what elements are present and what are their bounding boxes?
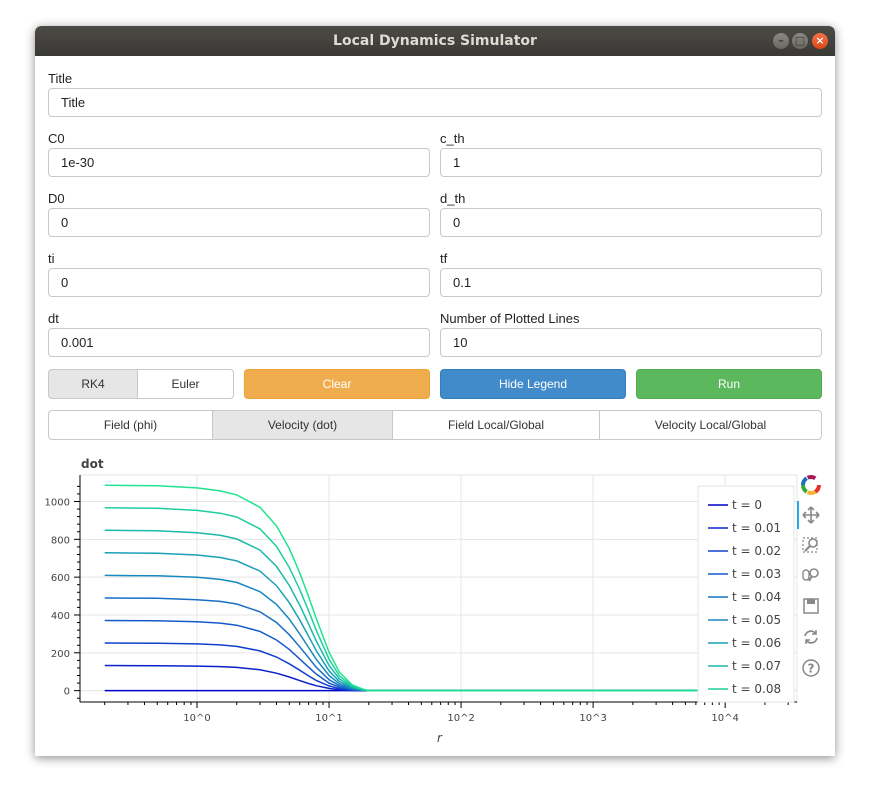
- legend-label: t = 0: [732, 498, 762, 512]
- velocity-plot: 10^0 10^1 10^2 10^3 10^4 0 200 400 600 800 1000 dot…: [45, 457, 798, 745]
- x-axis-label: r: [437, 731, 443, 745]
- reset-icon[interactable]: [801, 627, 821, 647]
- pan-icon[interactable]: [801, 505, 821, 525]
- app-window: Local Dynamics Simulator – □ × Title Tit…: [35, 26, 835, 756]
- legend-label: t = 0.07: [732, 659, 781, 673]
- plot-area: [79, 474, 798, 703]
- y-tick-label: 0: [64, 687, 70, 698]
- y-tick-label: 200: [51, 649, 70, 660]
- x-tick-label: 10^0: [183, 713, 210, 724]
- legend-label: t = 0.01: [732, 521, 781, 535]
- y-tick-label: 800: [51, 535, 70, 546]
- legend-label: t = 0.05: [732, 613, 781, 627]
- x-tick-label: 10^4: [711, 713, 738, 724]
- save-icon[interactable]: [801, 596, 821, 616]
- x-tick-label: 10^1: [315, 713, 342, 724]
- y-tick-label: 600: [51, 573, 70, 584]
- legend-label: t = 0.02: [732, 544, 781, 558]
- legend-label: t = 0.04: [732, 590, 781, 604]
- svg-text:?: ?: [808, 662, 815, 676]
- x-tick-label: 10^2: [447, 713, 474, 724]
- legend-label: t = 0.06: [732, 636, 781, 650]
- pan-active-indicator: [797, 501, 799, 529]
- bokeh-logo-icon[interactable]: [801, 475, 821, 495]
- wheel-zoom-icon[interactable]: [801, 565, 821, 585]
- x-tick-label: 10^3: [579, 713, 606, 724]
- plot-title: dot: [81, 457, 104, 471]
- help-icon[interactable]: ?: [801, 658, 821, 678]
- y-tick-label: 1000: [45, 497, 70, 508]
- legend-label: t = 0.03: [732, 567, 781, 581]
- y-tick-label: 400: [51, 611, 70, 622]
- legend-label: t = 0.08: [732, 682, 781, 696]
- box-zoom-icon[interactable]: [801, 535, 821, 555]
